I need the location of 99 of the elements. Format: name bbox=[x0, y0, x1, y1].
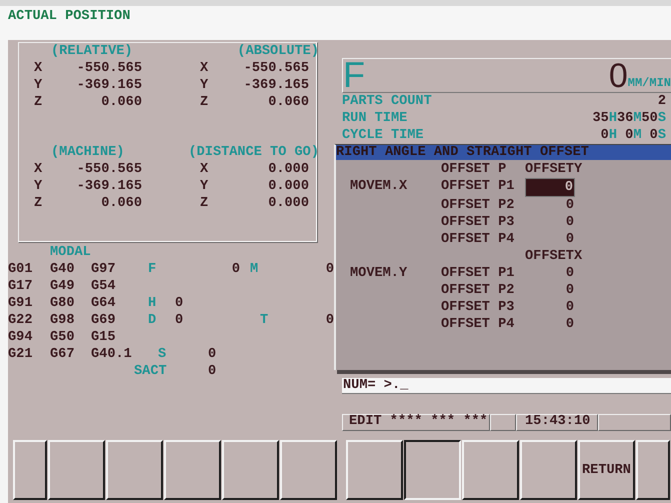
offset-value-field[interactable]: 0 bbox=[525, 265, 575, 282]
feed-unit: MM/MIN bbox=[628, 76, 671, 92]
status-cell bbox=[490, 414, 516, 431]
position-heading: (MACHINE) bbox=[51, 144, 124, 161]
axis-label: Z bbox=[34, 94, 42, 111]
axis-label: Y bbox=[34, 77, 42, 94]
modal-label: M bbox=[249, 261, 258, 278]
g-code: G94 bbox=[8, 329, 34, 346]
offset-label: OFFSET P1 bbox=[441, 265, 514, 282]
modal-label: H bbox=[147, 295, 156, 312]
axis-value: 0.000 bbox=[268, 178, 309, 195]
g-code: G49 bbox=[50, 278, 76, 295]
offset-value-field[interactable]: 0 bbox=[525, 178, 575, 197]
axis-label: X bbox=[200, 60, 208, 77]
modal-value: 0 bbox=[326, 261, 334, 278]
g-code: G17 bbox=[8, 278, 34, 295]
position-heading: (RELATIVE) bbox=[51, 43, 133, 60]
axis-value: 0.060 bbox=[101, 94, 142, 111]
g-code: G54 bbox=[91, 278, 116, 295]
modal-value: 0 bbox=[207, 363, 216, 380]
modal-value: 0 bbox=[174, 295, 184, 312]
g-code: G50 bbox=[50, 329, 76, 346]
position-heading: (DISTANCE TO GO) bbox=[188, 144, 319, 161]
info-value: 2 bbox=[658, 93, 666, 110]
modal-heading: MODAL bbox=[50, 244, 92, 261]
axis-label: MOVEM.Y bbox=[350, 265, 408, 282]
g-code: G21 bbox=[8, 346, 34, 363]
info-label: CYCLE TIME bbox=[342, 127, 425, 144]
screen-title: ACTUAL POSITION bbox=[8, 8, 130, 25]
info-label: RUN TIME bbox=[342, 110, 408, 127]
axis-label: X bbox=[200, 161, 208, 178]
axis-label: Z bbox=[200, 195, 208, 212]
g-code: G40.1 bbox=[91, 346, 133, 363]
axis-value: 0.060 bbox=[101, 195, 142, 212]
g-code: G22 bbox=[8, 312, 34, 329]
offset-label: OFFSET P3 bbox=[441, 214, 514, 231]
offset-value-field[interactable]: 0 bbox=[525, 214, 575, 231]
feed-value: 0 bbox=[608, 60, 628, 92]
g-code: G67 bbox=[50, 346, 76, 363]
modal-value: 0 bbox=[232, 261, 241, 278]
g-code: G01 bbox=[8, 261, 34, 278]
axis-label: MOVEM.X bbox=[350, 178, 408, 196]
modal-value: 0 bbox=[207, 346, 216, 363]
axis-value: 0.000 bbox=[268, 161, 309, 178]
axis-value: -550.565 bbox=[76, 60, 142, 77]
soft-key[interactable] bbox=[404, 440, 461, 500]
info-value: 0H 0M 0S bbox=[600, 127, 666, 144]
offset-label: OFFSET P4 bbox=[441, 231, 514, 248]
modal-value: 0 bbox=[326, 312, 334, 329]
info-value: 35H36M50S bbox=[592, 110, 666, 127]
modal-label: T bbox=[259, 312, 268, 329]
modal-label: SACT bbox=[133, 363, 167, 380]
column-heading: OFFSET P bbox=[441, 161, 508, 178]
offset-value-field[interactable]: 0 bbox=[525, 282, 575, 299]
modal-label: S bbox=[157, 346, 166, 363]
offset-label: OFFSET P2 bbox=[441, 282, 514, 299]
axis-value: -550.565 bbox=[244, 60, 309, 77]
g-code: G91 bbox=[8, 295, 34, 312]
axis-label: Y bbox=[200, 77, 208, 94]
offset-value-field[interactable]: 0 bbox=[525, 316, 575, 333]
g-code: G15 bbox=[91, 329, 116, 346]
position-heading: (ABSOLUTE) bbox=[237, 43, 319, 60]
soft-key[interactable]: RETURN bbox=[578, 440, 635, 500]
column-heading: OFFSETX bbox=[525, 248, 582, 265]
modal-value: 0 bbox=[174, 312, 184, 329]
axis-value: 0.060 bbox=[268, 94, 309, 111]
offset-value-field[interactable]: 0 bbox=[525, 231, 575, 248]
offset-label: OFFSET P4 bbox=[441, 316, 514, 333]
offset-value-field[interactable]: 0 bbox=[525, 299, 575, 316]
axis-value: -550.565 bbox=[76, 161, 142, 178]
clock: 15:43:10 bbox=[516, 414, 598, 431]
axis-value: -369.165 bbox=[76, 178, 142, 195]
axis-label: Y bbox=[200, 178, 208, 195]
axis-label: X bbox=[34, 161, 42, 178]
axis-label: Z bbox=[200, 94, 208, 111]
offset-label: OFFSET P2 bbox=[441, 197, 514, 214]
column-heading: OFFSETY bbox=[525, 161, 582, 178]
info-label: PARTS COUNT bbox=[342, 93, 432, 110]
g-code: G64 bbox=[91, 295, 116, 312]
modal-label: D bbox=[147, 312, 156, 329]
g-code: G97 bbox=[91, 261, 116, 278]
input-field[interactable]: NUM= >._ bbox=[342, 378, 671, 394]
axis-value: -369.165 bbox=[244, 77, 309, 94]
axis-value: 0.000 bbox=[268, 195, 309, 212]
dialog-title: RIGHT ANGLE AND STRAIGHT OFFSET bbox=[336, 145, 589, 160]
axis-label: Y bbox=[34, 178, 42, 195]
axis-value: -369.165 bbox=[76, 77, 142, 94]
g-code: G80 bbox=[50, 295, 76, 312]
offset-value-field[interactable]: 0 bbox=[525, 197, 575, 214]
modal-label: F bbox=[147, 261, 156, 278]
g-code: G98 bbox=[50, 312, 76, 329]
axis-label: Z bbox=[34, 195, 42, 212]
feed-label: F bbox=[343, 58, 365, 92]
mode-status: EDIT **** *** *** bbox=[342, 414, 490, 431]
g-code: G40 bbox=[50, 261, 76, 278]
g-code: G69 bbox=[91, 312, 116, 329]
axis-label: X bbox=[34, 60, 42, 77]
offset-label: OFFSET P3 bbox=[441, 299, 514, 316]
offset-label: OFFSET P1 bbox=[441, 178, 514, 196]
